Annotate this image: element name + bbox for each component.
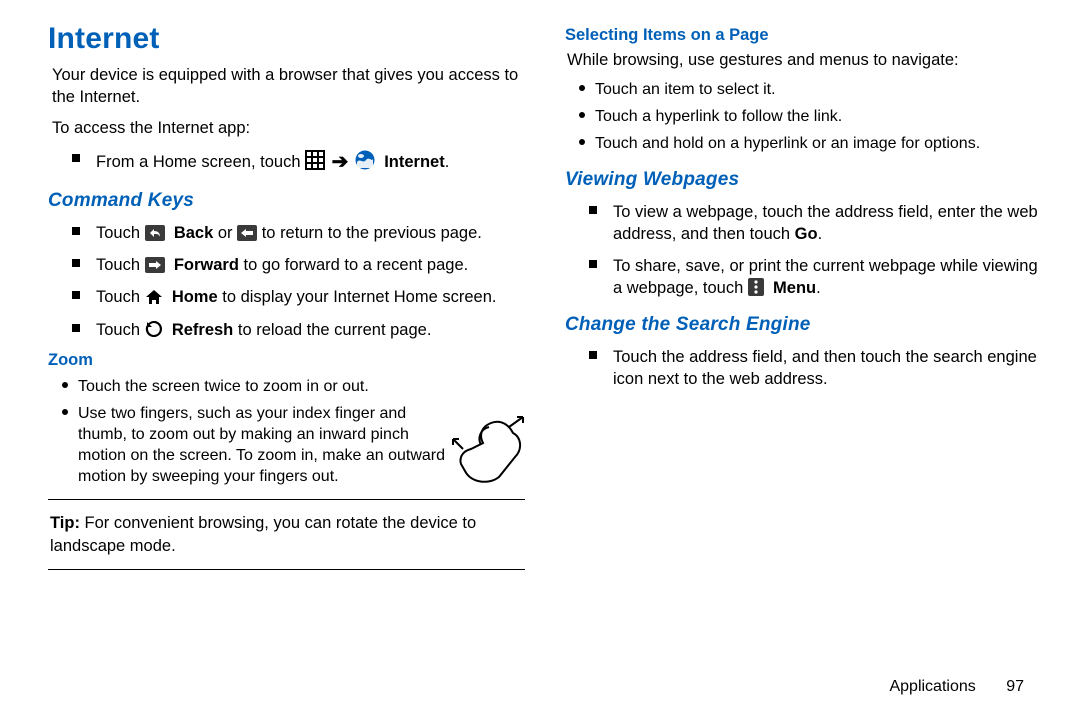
- refresh-item: Touch Refresh to reload the current page…: [72, 319, 525, 341]
- access-label: To access the Internet app:: [48, 117, 525, 139]
- back-label: Back: [169, 224, 213, 242]
- divider-bottom: [48, 569, 525, 570]
- internet-app-label: Internet: [380, 153, 445, 171]
- back-curved-icon: [145, 225, 165, 241]
- selecting-item-2: Touch a hyperlink to follow the link.: [579, 106, 1042, 127]
- zoom-pinch-wrap: Use two fingers, such as your index fing…: [78, 403, 525, 487]
- text-pre: Touch: [96, 224, 145, 242]
- text-post: to display your Internet Home screen.: [222, 288, 496, 306]
- forward-item: Touch Forward to go forward to a recent …: [72, 254, 525, 276]
- forward-label: Forward: [169, 256, 239, 274]
- footer-page-number: 97: [1006, 678, 1024, 695]
- end: .: [818, 225, 823, 243]
- left-column: Internet Your device is equipped with a …: [48, 18, 525, 582]
- zoom-heading: Zoom: [48, 351, 525, 370]
- text-mid: or: [218, 224, 237, 242]
- text-pre: To share, save, or print the current web…: [613, 257, 1038, 297]
- text-pre: Touch: [96, 288, 145, 306]
- change-engine-list: Touch the address field, and then touch …: [565, 346, 1042, 391]
- viewing-list: To view a webpage, touch the address fie…: [565, 201, 1042, 300]
- tip-text: For convenient browsing, you can rotate …: [50, 514, 476, 554]
- refresh-label: Refresh: [167, 321, 233, 339]
- tip-block: Tip: For convenient browsing, you can ro…: [48, 512, 525, 557]
- text-post: to return to the previous page.: [262, 224, 482, 242]
- intro-text: Your device is equipped with a browser t…: [48, 64, 525, 109]
- page-footer: Applications 97: [889, 678, 1024, 696]
- command-keys-heading: Command Keys: [48, 190, 525, 212]
- step-text-pre: From a Home screen, touch: [96, 153, 305, 171]
- refresh-icon: [145, 320, 163, 338]
- home-label: Home: [167, 288, 217, 306]
- end: .: [816, 279, 821, 297]
- menu-label: Menu: [768, 279, 816, 297]
- viewing-item-2: To share, save, or print the current web…: [589, 255, 1042, 300]
- text-post: to go forward to a recent page.: [244, 256, 469, 274]
- zoom-item-1: Touch the screen twice to zoom in or out…: [62, 376, 525, 397]
- text-pre: Touch: [96, 256, 145, 274]
- globe-icon: [355, 150, 375, 170]
- back-item: Touch Back or: [72, 222, 525, 244]
- text-pre: Touch: [96, 321, 145, 339]
- zoom-item-2: Use two fingers, such as your index fing…: [62, 403, 525, 487]
- zoom-pinch-text: Use two fingers, such as your index fing…: [78, 405, 445, 485]
- right-column: Selecting Items on a Page While browsing…: [565, 18, 1042, 582]
- period: .: [445, 153, 450, 171]
- footer-section: Applications: [889, 678, 975, 695]
- zoom-list: Touch the screen twice to zoom in or out…: [48, 376, 525, 488]
- change-engine-heading: Change the Search Engine: [565, 314, 1042, 336]
- viewing-heading: Viewing Webpages: [565, 169, 1042, 191]
- go-label: Go: [795, 225, 818, 243]
- arrow-right-icon: ➔: [330, 149, 351, 176]
- divider-top: [48, 499, 525, 500]
- text: To view a webpage, touch the address fie…: [613, 203, 1038, 243]
- manual-page: Internet Your device is equipped with a …: [0, 0, 1080, 720]
- two-column-layout: Internet Your device is equipped with a …: [48, 18, 1042, 582]
- pinch-gesture-icon: [451, 409, 531, 495]
- selecting-item-3: Touch and hold on a hyperlink or an imag…: [579, 133, 1042, 154]
- command-keys-list: Touch Back or: [48, 222, 525, 341]
- back-arrow-icon: [237, 225, 257, 241]
- selecting-list: Touch an item to select it. Touch a hype…: [565, 79, 1042, 154]
- home-icon: [145, 289, 163, 305]
- viewing-item-1: To view a webpage, touch the address fie…: [589, 201, 1042, 246]
- page-title: Internet: [48, 22, 525, 56]
- selecting-intro: While browsing, use gestures and menus t…: [567, 49, 1042, 71]
- text-post: to reload the current page.: [238, 321, 432, 339]
- tip-label: Tip:: [50, 514, 80, 532]
- home-item: Touch Home to display your Internet Home…: [72, 286, 525, 308]
- selecting-heading: Selecting Items on a Page: [565, 26, 1042, 45]
- menu-icon: [748, 278, 764, 296]
- change-engine-item: Touch the address field, and then touch …: [589, 346, 1042, 391]
- selecting-item-1: Touch an item to select it.: [579, 79, 1042, 100]
- access-step-home: From a Home screen, touch ➔: [72, 149, 525, 176]
- forward-arrow-icon: [145, 257, 165, 273]
- access-steps: From a Home screen, touch ➔: [48, 149, 525, 176]
- apps-grid-icon: [305, 150, 325, 170]
